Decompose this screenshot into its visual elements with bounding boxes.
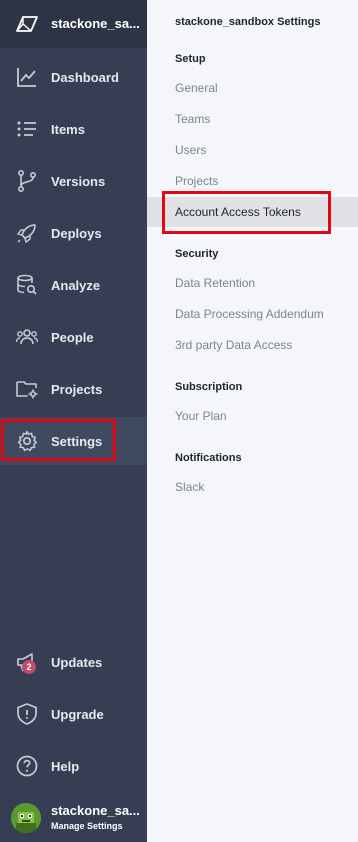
rocket-icon — [16, 224, 36, 244]
sidebar-item-analyze[interactable]: Analyze — [0, 261, 147, 309]
sidebar-item-deploys[interactable]: Deploys — [0, 209, 147, 257]
settings-item-slack[interactable]: Slack — [147, 473, 358, 501]
settings-item-label: Slack — [175, 480, 205, 494]
section-header-notifications: Notifications — [175, 452, 242, 464]
shield-icon — [17, 703, 37, 725]
settings-item-label: Data Processing Addendum — [175, 307, 324, 321]
avatar-pixel-icon — [11, 803, 41, 833]
sidebar-item-upgrade[interactable]: Upgrade — [0, 690, 147, 738]
app-window: stackone_sa... Dashboard Items Versions … — [0, 0, 358, 842]
sidebar-item-label: Help — [51, 758, 80, 774]
settings-item-label: Projects — [175, 174, 219, 188]
list-icon — [17, 121, 36, 137]
workspace-logo-icon — [16, 16, 38, 32]
profile-name: stackone_sa... — [51, 803, 140, 818]
settings-item-label: Teams — [175, 112, 211, 126]
settings-item-teams[interactable]: Teams — [147, 105, 358, 133]
sidebar-item-label: Analyze — [51, 277, 101, 293]
database-search-icon — [17, 274, 37, 295]
sidebar-item-dashboard[interactable]: Dashboard — [0, 53, 147, 101]
settings-item-label: General — [175, 81, 218, 95]
profile-menu[interactable]: stackone_sa... Manage Settings — [0, 796, 147, 842]
settings-item-data-processing-addendum[interactable]: Data Processing Addendum — [147, 300, 358, 328]
folder-gear-icon — [16, 381, 38, 399]
sidebar-item-label: Versions — [51, 173, 106, 189]
settings-item-third-party-data-access[interactable]: 3rd party Data Access — [147, 331, 358, 359]
updates-count-badge: 2 — [22, 660, 36, 674]
settings-item-label: 3rd party Data Access — [175, 338, 293, 352]
workspace-switcher[interactable]: stackone_sa... — [0, 0, 147, 48]
manage-settings-link[interactable]: Manage Settings — [51, 821, 123, 831]
settings-panel: stackone_sandbox Settings Setup General … — [147, 0, 358, 842]
sidebar-item-label: Upgrade — [51, 706, 104, 722]
sidebar-item-items[interactable]: Items — [0, 105, 147, 153]
settings-item-label: Users — [175, 143, 207, 157]
settings-item-label: Your Plan — [175, 409, 227, 423]
sidebar-item-label: Updates — [51, 654, 103, 670]
settings-item-label: Data Retention — [175, 276, 256, 290]
chart-line-icon — [17, 68, 36, 87]
sidebar-item-projects[interactable]: Projects — [0, 365, 147, 413]
section-header-subscription: Subscription — [175, 381, 243, 393]
sidebar-item-help[interactable]: Help — [0, 742, 147, 790]
sidebar: stackone_sa... Dashboard Items Versions … — [0, 0, 147, 842]
sidebar-item-versions[interactable]: Versions — [0, 157, 147, 205]
sidebar-item-label: Projects — [51, 381, 103, 397]
settings-item-data-retention[interactable]: Data Retention — [147, 269, 358, 297]
sidebar-item-label: Items — [51, 121, 85, 137]
sidebar-item-label: Dashboard — [51, 69, 119, 85]
workspace-name: stackone_sa... — [51, 16, 140, 31]
people-icon — [15, 329, 39, 345]
sidebar-item-updates[interactable]: 2 Updates — [0, 638, 147, 686]
settings-item-your-plan[interactable]: Your Plan — [147, 402, 358, 430]
settings-item-general[interactable]: General — [147, 74, 358, 102]
page-title: stackone_sandbox Settings — [175, 16, 321, 28]
avatar — [11, 803, 41, 833]
sidebar-item-people[interactable]: People — [0, 313, 147, 361]
section-header-security: Security — [175, 248, 219, 260]
sidebar-item-label: People — [51, 329, 94, 345]
settings-highlight-annotation — [1, 419, 116, 461]
sidebar-item-label: Deploys — [51, 225, 102, 241]
settings-item-users[interactable]: Users — [147, 136, 358, 164]
git-branch-icon — [17, 169, 37, 192]
section-header-setup: Setup — [175, 53, 206, 65]
account-access-tokens-highlight-annotation — [162, 191, 331, 234]
question-icon — [16, 755, 38, 777]
